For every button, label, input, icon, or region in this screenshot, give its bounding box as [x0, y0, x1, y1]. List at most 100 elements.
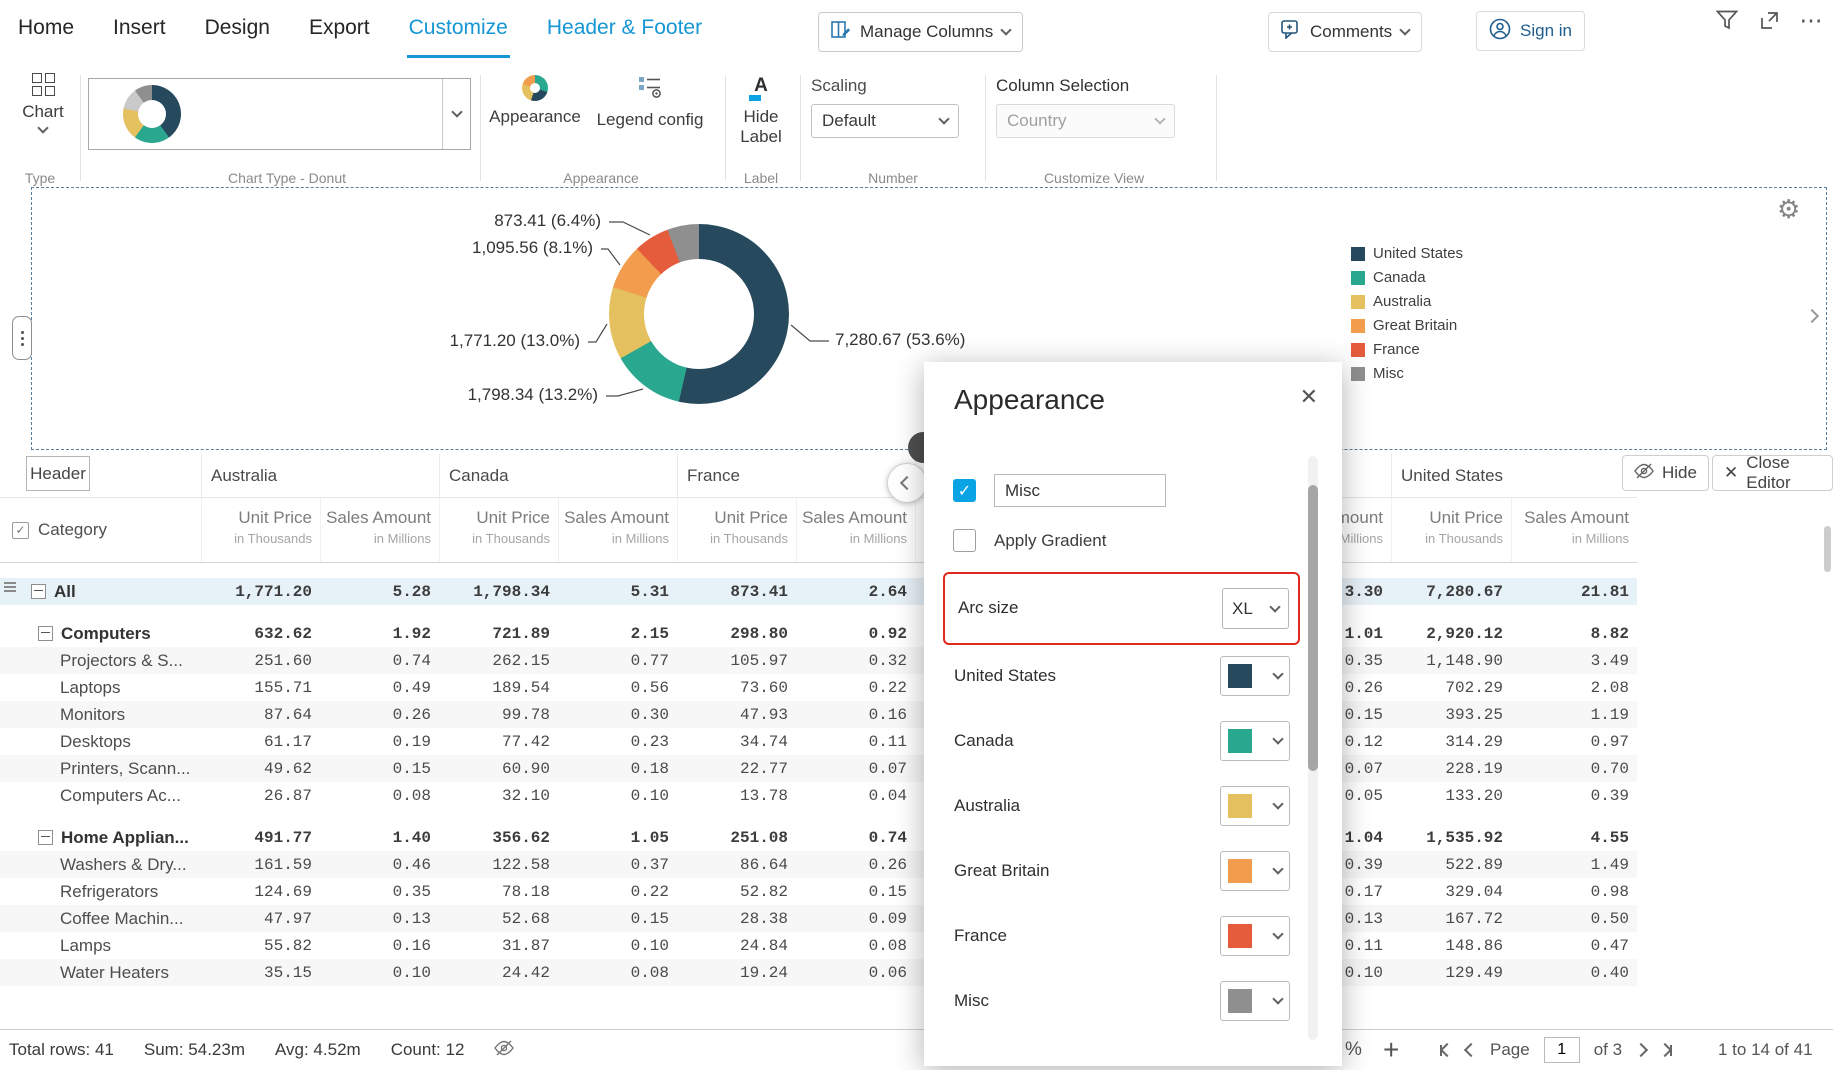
grid-cell[interactable]: 0.18 — [558, 755, 677, 782]
grid-cell[interactable]: 78.18 — [439, 878, 558, 905]
grid-cell[interactable]: 262.15 — [439, 647, 558, 674]
add-button[interactable]: + — [1383, 1030, 1399, 1070]
grid-cell[interactable]: 5.28 — [320, 578, 439, 605]
chart-type-button[interactable]: Chart — [14, 73, 72, 132]
color-dropdown-france[interactable] — [1220, 916, 1290, 956]
misc-checkbox[interactable]: ✓ — [953, 479, 976, 502]
row-header-lamps[interactable]: Lamps — [0, 932, 201, 959]
next-page-button[interactable] — [1636, 1045, 1646, 1055]
grid-cell[interactable]: 2.64 — [796, 578, 915, 605]
arc-size-dropdown[interactable]: XL — [1222, 588, 1289, 629]
grid-cell[interactable]: 0.97 — [1511, 728, 1637, 755]
grid-cell[interactable]: 2,920.12 — [1391, 620, 1511, 647]
eye-slash-icon[interactable] — [494, 1040, 514, 1061]
color-dropdown-canada[interactable] — [1220, 721, 1290, 761]
menu-tab-export[interactable]: Export — [307, 0, 372, 58]
grid-cell[interactable]: 52.82 — [677, 878, 796, 905]
appearance-button[interactable]: Appearance — [480, 75, 590, 127]
grid-cell[interactable]: 0.37 — [558, 851, 677, 878]
grid-cell[interactable]: 1,771.20 — [201, 578, 320, 605]
grid-cell[interactable]: 0.19 — [320, 728, 439, 755]
grid-cell[interactable]: 24.84 — [677, 932, 796, 959]
grid-cell[interactable]: 4.55 — [1511, 824, 1637, 851]
grid-cell[interactable]: 0.46 — [320, 851, 439, 878]
collapse-icon[interactable] — [31, 584, 46, 599]
manage-columns-button[interactable]: Manage Columns — [818, 12, 1023, 52]
fullscreen-icon[interactable] — [1757, 8, 1781, 32]
grid-cell[interactable]: 393.25 — [1391, 701, 1511, 728]
grid-cell[interactable]: 167.72 — [1391, 905, 1511, 932]
popup-scrollbar-thumb[interactable] — [1308, 485, 1318, 771]
filter-icon[interactable] — [1715, 8, 1739, 32]
measure-header[interactable]: Unit Pricein Thousands — [1391, 498, 1511, 562]
grid-cell[interactable]: 0.26 — [796, 851, 915, 878]
grid-cell[interactable]: 0.13 — [320, 905, 439, 932]
color-dropdown-great-britain[interactable] — [1220, 851, 1290, 891]
row-header-projectors-s[interactable]: Projectors & S... — [0, 647, 201, 674]
legend-item-australia[interactable]: Australia — [1351, 293, 1463, 310]
collapse-icon[interactable] — [38, 830, 53, 845]
grid-cell[interactable]: 34.74 — [677, 728, 796, 755]
grid-cell[interactable]: 60.90 — [439, 755, 558, 782]
collapse-icon[interactable] — [38, 626, 53, 641]
sign-in-button[interactable]: Sign in — [1476, 11, 1585, 51]
grid-cell[interactable]: 1,148.90 — [1391, 647, 1511, 674]
grid-cell[interactable]: 21.81 — [1511, 578, 1637, 605]
grid-cell[interactable]: 632.62 — [201, 620, 320, 647]
grid-cell[interactable]: 0.70 — [1511, 755, 1637, 782]
legend-item-canada[interactable]: Canada — [1351, 269, 1463, 286]
grid-cell[interactable]: 228.19 — [1391, 755, 1511, 782]
column-header-canada[interactable]: Canada — [439, 454, 677, 497]
last-page-button[interactable] — [1660, 1045, 1672, 1056]
comments-button[interactable]: Comments — [1268, 12, 1422, 52]
grid-cell[interactable]: 105.97 — [677, 647, 796, 674]
grid-cell[interactable]: 0.50 — [1511, 905, 1637, 932]
grid-cell[interactable]: 0.98 — [1511, 878, 1637, 905]
header-button[interactable]: Header — [26, 456, 90, 491]
grid-cell[interactable]: 55.82 — [201, 932, 320, 959]
prev-page-button[interactable] — [1466, 1045, 1476, 1055]
grid-cell[interactable]: 1.05 — [558, 824, 677, 851]
row-header-printers-scann[interactable]: Printers, Scann... — [0, 755, 201, 782]
close-editor-button[interactable]: ✕ Close Editor — [1712, 455, 1833, 491]
chart-type-preview[interactable] — [88, 78, 471, 150]
column-selection-dropdown[interactable]: Country — [996, 104, 1175, 138]
menu-tab-insert[interactable]: Insert — [111, 0, 168, 58]
grid-cell[interactable]: 0.30 — [558, 701, 677, 728]
grid-cell[interactable]: 35.15 — [201, 959, 320, 986]
grid-cell[interactable]: 721.89 — [439, 620, 558, 647]
grid-cell[interactable]: 1.40 — [320, 824, 439, 851]
grid-cell[interactable]: 133.20 — [1391, 782, 1511, 809]
grid-cell[interactable]: 161.59 — [201, 851, 320, 878]
grid-cell[interactable]: 0.23 — [558, 728, 677, 755]
grid-cell[interactable]: 0.11 — [796, 728, 915, 755]
grid-cell[interactable]: 251.08 — [677, 824, 796, 851]
chart-drag-handle[interactable] — [12, 316, 32, 360]
grid-cell[interactable]: 0.39 — [1511, 782, 1637, 809]
apply-gradient-checkbox[interactable] — [953, 529, 976, 552]
grid-cell[interactable]: 0.10 — [558, 782, 677, 809]
row-header-washers-dry[interactable]: Washers & Dry... — [0, 851, 201, 878]
grid-cell[interactable]: 122.58 — [439, 851, 558, 878]
measure-header[interactable]: Unit Pricein Thousands — [677, 498, 796, 562]
row-header-computers[interactable]: Computers — [0, 620, 201, 647]
grid-cell[interactable]: 28.38 — [677, 905, 796, 932]
legend-item-great-britain[interactable]: Great Britain — [1351, 317, 1463, 334]
grid-cell[interactable]: 0.08 — [558, 959, 677, 986]
grid-cell[interactable]: 1,535.92 — [1391, 824, 1511, 851]
page-input[interactable] — [1544, 1037, 1580, 1063]
grid-cell[interactable]: 0.15 — [558, 905, 677, 932]
grid-cell[interactable]: 32.10 — [439, 782, 558, 809]
row-header-monitors[interactable]: Monitors — [0, 701, 201, 728]
chart-type-dropdown[interactable] — [442, 79, 470, 149]
row-header-computers-ac[interactable]: Computers Ac... — [0, 782, 201, 809]
first-page-button[interactable] — [1440, 1045, 1452, 1056]
grid-cell[interactable]: 73.60 — [677, 674, 796, 701]
grid-cell[interactable]: 0.35 — [320, 878, 439, 905]
grid-cell[interactable]: 0.07 — [796, 755, 915, 782]
grid-scrollbar[interactable] — [1824, 526, 1831, 572]
grid-cell[interactable]: 3.49 — [1511, 647, 1637, 674]
row-header-all[interactable]: All — [0, 578, 201, 605]
grid-cell[interactable]: 0.15 — [796, 878, 915, 905]
grid-cell[interactable]: 0.22 — [796, 674, 915, 701]
